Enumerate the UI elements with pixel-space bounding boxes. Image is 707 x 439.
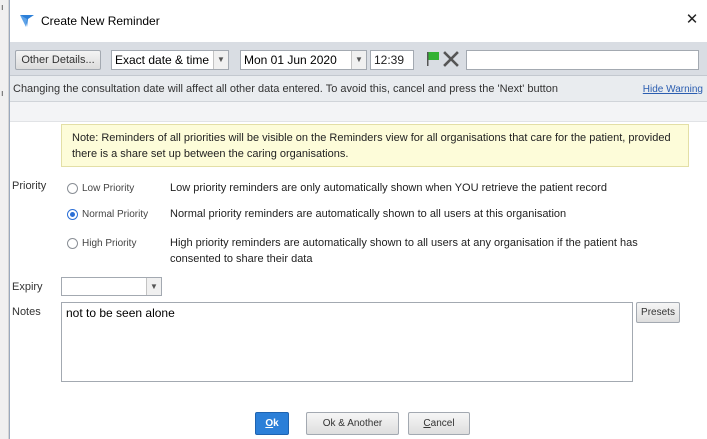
flag-icon[interactable] <box>426 51 440 67</box>
consultation-toolbar: Other Details... Exact date & time ▼ Mon… <box>10 42 707 76</box>
chevron-down-icon[interactable]: ▼ <box>146 278 161 295</box>
chevron-down-icon[interactable]: ▼ <box>213 51 228 69</box>
other-details-button[interactable]: Other Details... <box>15 50 101 70</box>
low-priority-label[interactable]: Low Priority <box>82 183 134 194</box>
clear-x-icon[interactable] <box>442 50 460 68</box>
hide-warning-link[interactable]: Hide Warning <box>643 84 703 95</box>
title-bar: Create New Reminder ✕ <box>10 0 707 42</box>
close-button[interactable]: ✕ <box>682 10 702 30</box>
cancel-button[interactable]: Cancel <box>408 412 470 435</box>
time-input[interactable]: 12:39 <box>370 50 414 70</box>
priority-label: Priority <box>12 180 47 192</box>
warning-text: Changing the consultation date will affe… <box>13 83 558 95</box>
create-reminder-dialog: Create New Reminder ✕ Other Details... E… <box>9 0 707 439</box>
ok-button[interactable]: Ok <box>255 412 289 435</box>
notes-textarea[interactable]: not to be seen alone <box>61 302 633 382</box>
ok-and-another-button[interactable]: Ok & Another <box>306 412 399 435</box>
expiry-select[interactable]: ▼ <box>61 277 162 296</box>
background-window-edge: ı ı <box>0 0 9 439</box>
date-type-value: Exact date & time <box>115 53 210 67</box>
separator-strip <box>10 102 707 122</box>
chevron-down-icon[interactable]: ▼ <box>351 51 366 69</box>
high-priority-radio[interactable] <box>67 238 78 249</box>
low-priority-radio[interactable] <box>67 183 78 194</box>
high-priority-label[interactable]: High Priority <box>82 238 136 249</box>
close-icon: ✕ <box>685 11 699 28</box>
warning-bar: Changing the consultation date will affe… <box>10 76 707 102</box>
expiry-label: Expiry <box>12 281 43 293</box>
date-value: Mon 01 Jun 2020 <box>244 53 337 67</box>
high-priority-description: High priority reminders are automaticall… <box>170 237 638 265</box>
date-type-select[interactable]: Exact date & time ▼ <box>111 50 229 70</box>
notes-label: Notes <box>12 306 41 318</box>
dialog-title: Create New Reminder <box>41 14 160 28</box>
visibility-note: Note: Reminders of all priorities will b… <box>61 124 689 167</box>
presets-button[interactable]: Presets <box>636 302 680 323</box>
low-priority-description: Low priority reminders are only automati… <box>170 182 607 194</box>
normal-priority-radio[interactable] <box>67 209 78 220</box>
normal-priority-label[interactable]: Normal Priority <box>82 209 148 220</box>
date-picker[interactable]: Mon 01 Jun 2020 ▼ <box>240 50 367 70</box>
app-logo-icon <box>20 15 34 27</box>
consultation-text-field[interactable] <box>466 50 699 70</box>
normal-priority-description: Normal priority reminders are automatica… <box>170 208 567 220</box>
